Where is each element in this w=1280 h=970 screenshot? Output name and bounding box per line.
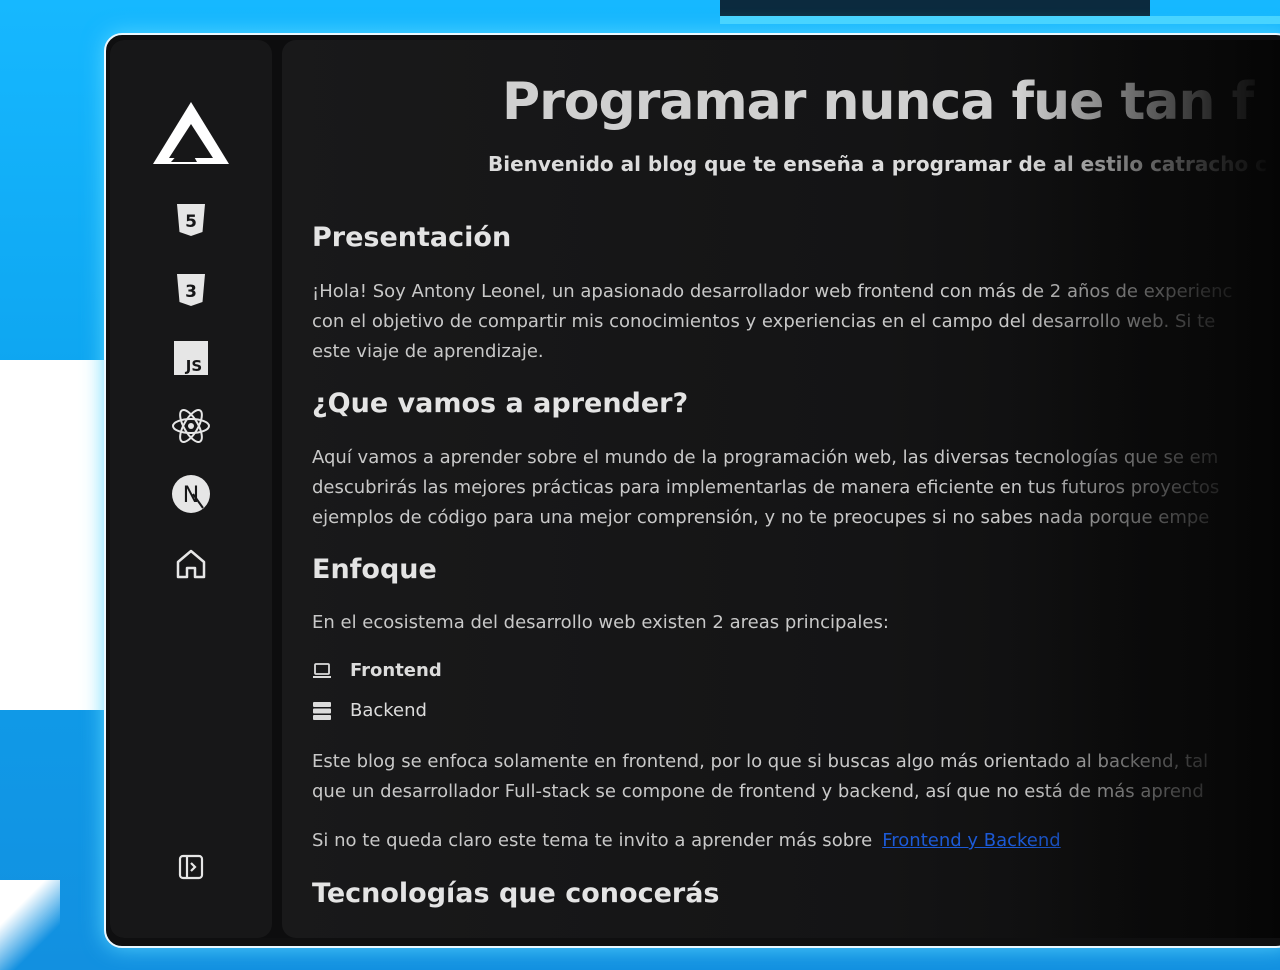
section-heading-tecnologias: Tecnologías que conocerás [312,878,720,909]
list-item-label: Frontend [350,660,442,681]
css3-icon-label: 3 [185,282,197,302]
list-item-label: Backend [350,700,427,721]
css3-icon[interactable]: 3 [110,270,272,310]
background-white-corner [0,880,60,970]
html5-icon-label: 5 [185,212,197,232]
presentacion-line-1: ¡Hola! Soy Antony Leonel, un apasionado … [312,281,1233,302]
frontend-backend-link[interactable]: Frontend y Backend [882,830,1061,851]
background-top-bar [720,16,1280,24]
logo-triangle-icon[interactable] [110,98,272,168]
javascript-icon-label: JS [185,357,202,375]
nextjs-icon-label: N [183,483,199,508]
page-subtitle: Bienvenido al blog que te enseña a progr… [488,152,1268,176]
aprender-line-1: Aquí vamos a aprender sobre el mundo de … [312,447,1219,468]
nextjs-icon[interactable]: N [110,474,272,514]
home-icon[interactable] [110,544,272,584]
section-heading-enfoque: Enfoque [312,554,437,585]
list-item-backend: Backend [312,700,427,721]
enfoque-intro: En el ecosistema del desarrollo web exis… [312,612,889,633]
page-title: Programar nunca fue tan f [502,72,1254,132]
enfoque-line-2: que un desarrollador Full-stack se compo… [312,781,1204,802]
enfoque-more: Si no te queda claro este tema te invito… [312,826,1061,856]
aprender-line-2: descubrirás las mejores prácticas para i… [312,477,1220,498]
sidebar-toggle-icon[interactable] [110,850,272,884]
react-icon[interactable] [110,406,272,446]
enfoque-line-1: Este blog se enfoca solamente en fronten… [312,751,1209,772]
main-content: Programar nunca fue tan f Bienvenido al … [282,40,1280,938]
background-white-patch [0,360,105,710]
html5-icon[interactable]: 5 [110,200,272,240]
background-top-band [720,0,1150,16]
aprender-line-3: ejemplos de código para una mejor compre… [312,507,1210,528]
app-window: 5 3 JS N Programar nunca fue tan f Bienv… [110,40,1280,938]
javascript-icon[interactable]: JS [110,338,272,378]
laptop-icon [313,662,331,678]
server-icon [313,701,331,720]
section-heading-aprender: ¿Que vamos a aprender? [312,388,689,419]
presentacion-line-3: este viaje de aprendizaje. [312,341,544,362]
section-heading-presentacion: Presentación [312,222,512,253]
enfoque-more-text: Si no te queda claro este tema te invito… [312,830,873,851]
sidebar: 5 3 JS N [110,40,272,938]
presentacion-line-2: con el objetivo de compartir mis conocim… [312,311,1216,332]
list-item-frontend: Frontend [312,660,442,681]
